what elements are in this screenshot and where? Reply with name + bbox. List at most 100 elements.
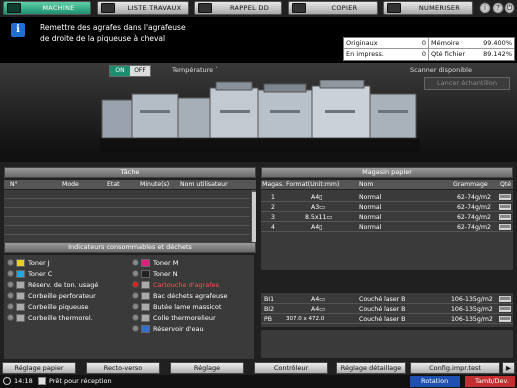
tache-scrollbar[interactable]	[250, 190, 256, 246]
tray-row-2[interactable]: 2 A3▭ Normal 62-74g/m2	[261, 203, 513, 212]
status-dot	[132, 292, 139, 299]
help-icon[interactable]: ?	[492, 2, 504, 14]
consumable-waste-toner[interactable]: Réserv. de ton. usagé	[7, 280, 125, 289]
glue-icon	[141, 313, 150, 322]
tamb-dev-indicator[interactable]: Tamb/Dev.	[465, 376, 515, 387]
status-dot	[7, 303, 14, 310]
copy-icon	[292, 3, 306, 13]
status-dot	[7, 281, 14, 288]
memoire-label: Mémoire	[428, 38, 468, 48]
test-print-config-button[interactable]: Config.impr.test	[410, 362, 500, 374]
tray-row-bi2[interactable]: BI2 A4▭ Couché laser B 106-135g/m2	[261, 305, 513, 314]
trimmer-icon	[141, 302, 150, 311]
magasin-table-top[interactable]: 1 A4▯ Normal 62-74g/m2 2 A3▭ Normal 62-74g/m2 …	[261, 190, 513, 270]
tache-table[interactable]	[4, 190, 250, 246]
status-dot	[7, 259, 14, 266]
magasin-empty-area	[261, 330, 513, 358]
tab-numeriser[interactable]: NUMERISER	[383, 1, 473, 15]
off-button[interactable]: OFF	[130, 66, 150, 76]
settings-button[interactable]: Réglage	[170, 362, 244, 374]
table-row[interactable]	[4, 217, 250, 226]
error-status-dot	[132, 281, 139, 288]
status-dot	[7, 314, 14, 321]
tab-rappel-dd[interactable]: RAPPEL DD	[194, 1, 282, 15]
table-row[interactable]	[4, 226, 250, 235]
water-tank-icon	[141, 324, 150, 333]
status-dot	[132, 259, 139, 266]
detailed-settings-button[interactable]: Réglage détaillage	[336, 362, 406, 374]
magasin-table-bottom[interactable]: BI1 A4▭ Couché laser B 106-135g/m2 BI2 A4▭ Co…	[261, 293, 513, 327]
consumable-toner-c[interactable]: Toner C	[7, 269, 125, 278]
tray-row-1[interactable]: 1 A4▯ Normal 62-74g/m2	[261, 193, 513, 202]
binding-bin-icon	[16, 313, 25, 322]
status-dot	[7, 292, 14, 299]
clock-icon	[3, 377, 11, 385]
originaux-label: Originaux	[346, 39, 378, 47]
consumables-panel: Toner J Toner C Réserv. de ton. usagé Co…	[4, 255, 254, 359]
on-button[interactable]: ON	[110, 66, 130, 76]
tray-row-3[interactable]: 3 8.5x11▭ Normal 62-74g/m2	[261, 213, 513, 222]
consumable-glue[interactable]: Colle thermorelieur	[132, 313, 250, 322]
consumable-staple-cartridge[interactable]: Cartouche d'agrafes	[132, 280, 250, 289]
status-dot	[132, 303, 139, 310]
tab-machine[interactable]: MACHINE	[3, 1, 91, 15]
rotation-indicator[interactable]: Rotation	[410, 376, 460, 387]
col-qte: Qté	[500, 181, 512, 188]
copier-control-panel: { "tabs": [ {"label": "MACHINE", "active…	[0, 0, 517, 388]
staple-bin-icon	[16, 302, 25, 311]
paper-settings-button[interactable]: Réglage papier	[2, 362, 76, 374]
paper-quantity-icon	[499, 296, 511, 302]
consumable-punch-bin[interactable]: Corbeille perforateur	[7, 291, 125, 300]
col-minutes: Minute(s)	[140, 181, 170, 188]
consumable-binding-bin[interactable]: Corbeille thermorel.	[7, 313, 125, 322]
tray-row-4[interactable]: 4 A4▯ Normal 62-74g/m2	[261, 223, 513, 232]
waste-toner-icon	[16, 280, 25, 289]
temperature-toggle[interactable]: ON OFF	[109, 65, 151, 77]
tab-copier[interactable]: COPIER	[288, 1, 378, 15]
duplex-button[interactable]: Recto-verso	[86, 362, 160, 374]
col-nom: Nom	[359, 181, 374, 188]
consumable-water-tank[interactable]: Réservoir d'eau	[132, 324, 250, 333]
punch-bin-icon	[16, 291, 25, 300]
status-ready-text: Prêt pour réception	[49, 377, 112, 385]
col-format: Format(Unit:mm)	[286, 181, 340, 188]
consumable-toner-n[interactable]: Toner N	[132, 269, 250, 278]
toner-icon	[16, 269, 25, 278]
info-icon[interactable]: i	[479, 2, 491, 14]
temperature-label: Température `	[172, 66, 219, 74]
status-time: 14:18	[14, 377, 33, 385]
tab-liste-travaux[interactable]: LISTE TRAVAUX	[97, 1, 189, 15]
power-icon[interactable]: ⏻	[504, 2, 515, 14]
controller-button[interactable]: Contrôleur	[254, 362, 328, 374]
job-list-icon	[101, 3, 115, 13]
table-row[interactable]	[4, 208, 250, 217]
memoire-value: 99.400%	[483, 39, 512, 47]
table-row[interactable]	[4, 190, 250, 199]
staple-cartridge-icon	[141, 280, 150, 289]
sample-print-button[interactable]: Lancer échantillon	[424, 77, 510, 90]
tray-row-bi1[interactable]: BI1 A4▭ Couché laser B 106-135g/m2	[261, 295, 513, 304]
magasin-column-headers: Magas. Format(Unit:mm) Nom Grammage Qté	[261, 180, 513, 189]
scrollbar-thumb[interactable]	[252, 192, 256, 242]
col-nom-utilisateur: Nom utilisateur	[180, 181, 228, 188]
consumable-staple-waste[interactable]: Bac déchets agrafeuse	[132, 291, 250, 300]
col-grammage: Grammage	[453, 181, 488, 188]
counters-panel: Originaux 0 Mémoire 99.400% En impress. …	[343, 37, 515, 61]
next-arrow-icon[interactable]: ▶	[502, 362, 515, 374]
printer-system-image	[100, 80, 420, 152]
paper-quantity-icon	[499, 194, 511, 200]
consumable-staple-bin[interactable]: Corbeille piqueuse	[7, 302, 125, 311]
consumable-trimmer[interactable]: Butée lame massicot	[132, 302, 250, 311]
consumable-toner-j[interactable]: Toner J	[7, 258, 125, 267]
status-dot	[132, 270, 139, 277]
status-dot	[132, 325, 139, 332]
consumable-toner-m[interactable]: Toner M	[132, 258, 250, 267]
tray-row-pb[interactable]: PB 307.0 x 472.0 Couché laser B 106-135g/m2	[261, 315, 513, 324]
originaux-value: 0	[421, 39, 426, 47]
tache-panel-header: Tâche	[4, 167, 256, 178]
table-row[interactable]	[4, 199, 250, 208]
printer-ready-icon	[38, 377, 46, 385]
qte-fichier-value: 89.142%	[483, 50, 512, 58]
paper-quantity-icon	[499, 204, 511, 210]
paper-quantity-icon	[499, 316, 511, 322]
